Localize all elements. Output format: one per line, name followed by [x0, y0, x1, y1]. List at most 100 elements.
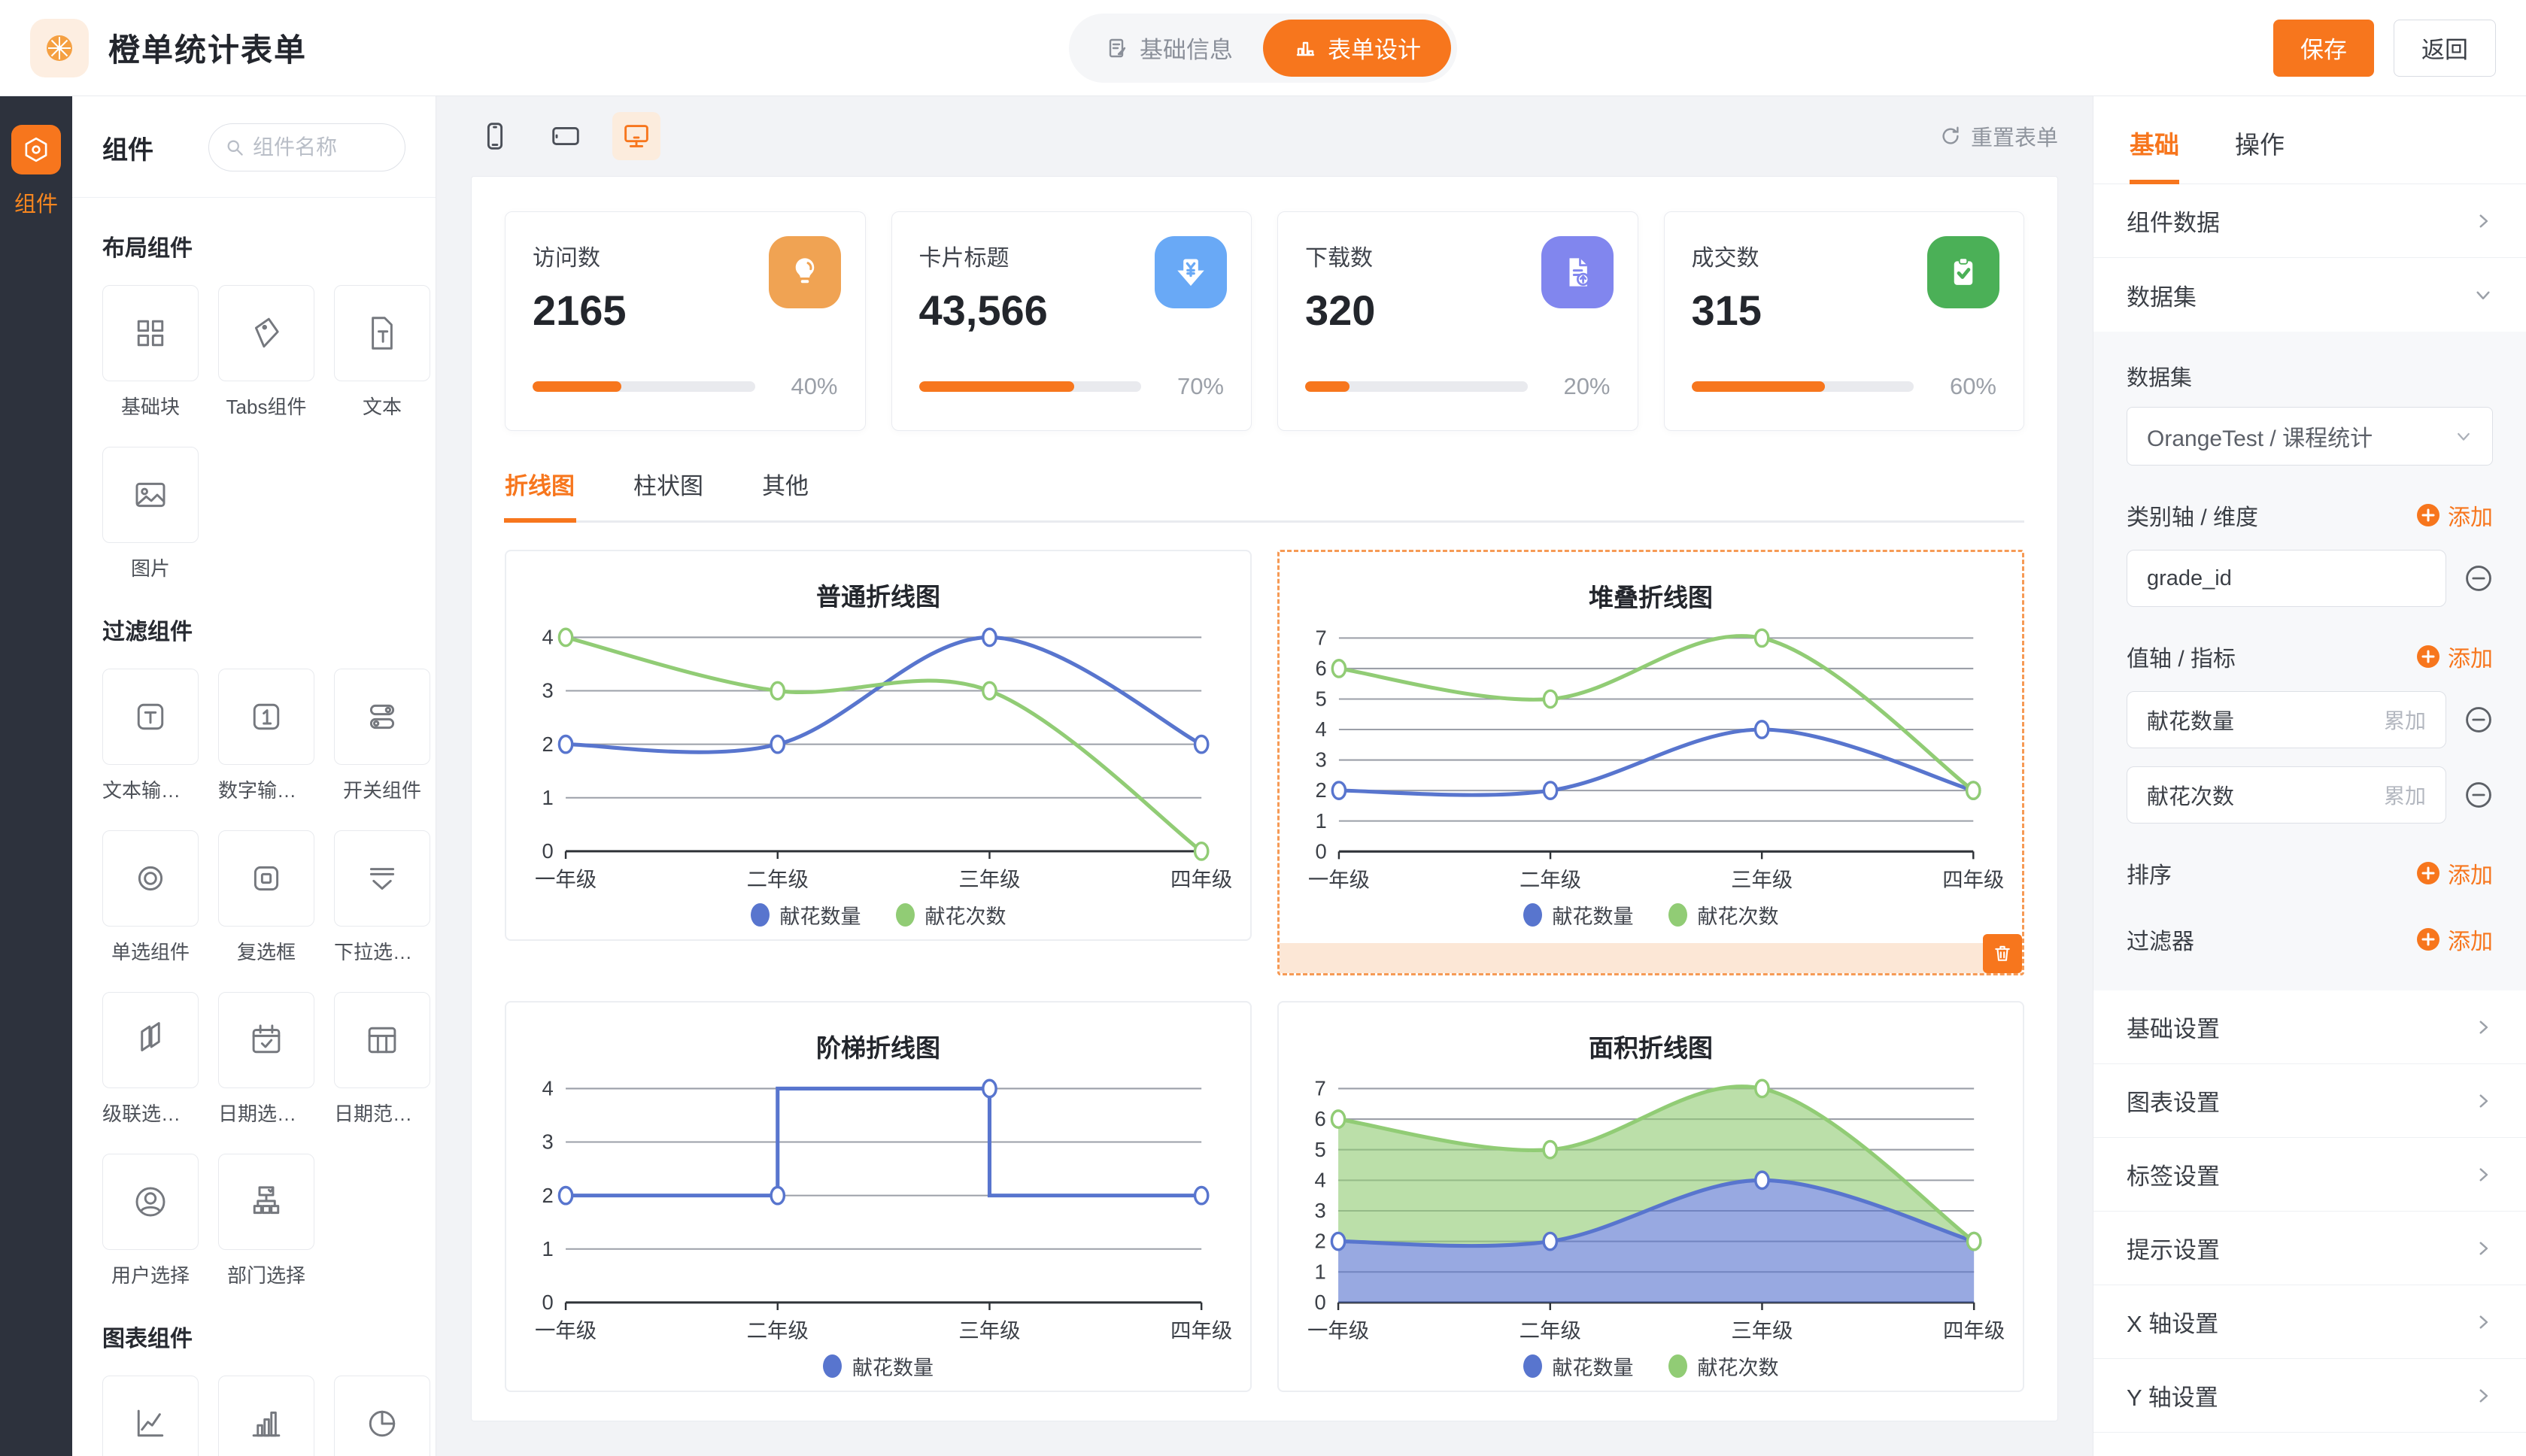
add-button[interactable]: 添加 — [2416, 640, 2493, 673]
chart-plot: 01234一年级二年级三年级四年级 — [515, 1067, 1241, 1351]
svg-text:7: 7 — [1315, 626, 1326, 650]
dataset-label: 数据集 — [2127, 360, 2493, 392]
component-item-input-text[interactable]: 文本输入框 — [102, 669, 199, 803]
component-item-chart-pie[interactable]: 饼图 — [334, 1376, 430, 1456]
component-item-calendar-check[interactable]: 日期选择框 — [218, 992, 314, 1127]
component-item-grid[interactable]: 基础块 — [102, 285, 199, 420]
chevron-right-icon — [2473, 1312, 2493, 1332]
save-button[interactable]: 保存 — [2273, 20, 2374, 77]
panel-tab-basic[interactable]: 基础 — [2127, 96, 2182, 184]
component-data-row[interactable]: 组件数据 — [2093, 184, 2526, 258]
settings-row-提示设置[interactable]: 提示设置 — [2093, 1212, 2526, 1285]
plus-circle-icon — [2416, 503, 2440, 527]
settings-row-标题设置[interactable]: 标题设置 — [2093, 1433, 2526, 1456]
chart-card-堆叠折线图[interactable]: 堆叠折线图 01234567一年级二年级三年级四年级 献花数量献花次数 — [1280, 552, 2022, 943]
component-item-tag[interactable]: Tabs组件 — [218, 285, 314, 420]
component-item-chart-bar[interactable]: 柱状图 — [218, 1376, 314, 1456]
device-desktop-button[interactable] — [612, 112, 660, 160]
org-icon — [246, 1181, 287, 1222]
legend-dot-icon — [1523, 1354, 1542, 1378]
component-item-label: 数字输入框 — [218, 775, 314, 803]
settings-row-X 轴设置[interactable]: X 轴设置 — [2093, 1285, 2526, 1359]
remove-field-button[interactable] — [2464, 781, 2493, 809]
settings-row-label: 基础设置 — [2127, 1010, 2220, 1044]
component-item-label: 文本输入框 — [102, 775, 199, 803]
field-box[interactable]: 献花次数 累加 — [2127, 766, 2446, 824]
chart-card-面积折线图[interactable]: 面积折线图 01234567一年级二年级三年级四年级 献花数量献花次数 — [1277, 1001, 2024, 1392]
chart-title: 普通折线图 — [506, 577, 1250, 613]
panel-group-label: 排序 — [2127, 857, 2172, 890]
legend-item[interactable]: 献花次数 — [1668, 900, 1779, 930]
calendar-grid-icon — [362, 1020, 402, 1060]
component-item-calendar-grid[interactable]: 日期范围… — [334, 992, 430, 1127]
dataset-select[interactable]: OrangeTest / 课程统计 — [2127, 407, 2493, 466]
selected-chart-wrapper[interactable]: 堆叠折线图 01234567一年级二年级三年级四年级 献花数量献花次数 — [1277, 550, 2024, 975]
component-item-chart-line[interactable]: 折线图 — [102, 1376, 199, 1456]
component-item-select-arrow[interactable]: 下拉选择框 — [334, 830, 430, 965]
add-button[interactable]: 添加 — [2416, 923, 2493, 956]
component-item-org[interactable]: 部门选择 — [218, 1154, 314, 1288]
field-name: grade_id — [2147, 566, 2232, 591]
component-item-cascade[interactable]: 级联选择框 — [102, 992, 199, 1127]
field-box[interactable]: grade_id — [2127, 550, 2446, 607]
reset-form-button[interactable]: 重置表单 — [1939, 120, 2058, 152]
left-rail: 组件 — [0, 96, 72, 1456]
component-item-radio[interactable]: 单选组件 — [102, 830, 199, 965]
remove-field-button[interactable] — [2464, 564, 2493, 593]
add-button[interactable]: 添加 — [2416, 857, 2493, 890]
tab-form-design[interactable]: 表单设计 — [1263, 20, 1451, 77]
settings-row-基础设置[interactable]: 基础设置 — [2093, 990, 2526, 1064]
legend-item[interactable]: 献花数量 — [1523, 900, 1634, 930]
component-item-doc-text[interactable]: 文本 — [334, 285, 430, 420]
chart-plot: 01234一年级二年级三年级四年级 — [515, 616, 1241, 900]
stat-card-percent: 60% — [1932, 373, 1996, 400]
stat-card[interactable]: 成交数 315 60% — [1664, 211, 2025, 431]
add-button[interactable]: 添加 — [2416, 499, 2493, 532]
image-icon — [130, 475, 171, 515]
search-input[interactable] — [253, 135, 390, 159]
legend-item[interactable]: 献花数量 — [751, 900, 861, 930]
legend-label: 献花次数 — [1698, 900, 1779, 930]
component-item-input-number[interactable]: 数字输入框 — [218, 669, 314, 803]
device-phone-button[interactable] — [471, 112, 519, 160]
component-item-image[interactable]: 图片 — [102, 447, 199, 581]
settings-row-Y 轴设置[interactable]: Y 轴设置 — [2093, 1359, 2526, 1433]
chart-tab-柱状图[interactable]: 柱状图 — [633, 467, 703, 520]
bar-chart-icon — [1293, 36, 1317, 60]
tab-basic-info[interactable]: 基础信息 — [1075, 20, 1263, 77]
component-item-toggle[interactable]: 开关组件 — [334, 669, 430, 803]
legend-item[interactable]: 献花数量 — [1523, 1351, 1634, 1381]
settings-row-图表设置[interactable]: 图表设置 — [2093, 1064, 2526, 1138]
legend-item[interactable]: 献花次数 — [1668, 1351, 1779, 1381]
chart-plot: 01234567一年级二年级三年级四年级 — [1288, 1067, 2014, 1351]
remove-field-button[interactable] — [2464, 705, 2493, 734]
form-canvas-panel: 访问数 2165 40% 卡片标题 43,566 70% 下载数 320 20%… — [471, 176, 2058, 1421]
legend-item[interactable]: 献花次数 — [896, 900, 1006, 930]
stat-card[interactable]: 卡片标题 43,566 70% — [891, 211, 1252, 431]
panel-tab-actions[interactable]: 操作 — [2232, 96, 2288, 184]
dataset-toggle-row[interactable]: 数据集 — [2093, 258, 2526, 332]
svg-text:7: 7 — [1315, 1077, 1326, 1100]
component-item-checkbox[interactable]: 复选框 — [218, 830, 314, 965]
back-button[interactable]: 返回 — [2394, 20, 2496, 77]
radio-icon — [130, 858, 171, 899]
panel-group: 类别轴 / 维度 添加 grade_id — [2127, 499, 2493, 607]
chart-tab-其他[interactable]: 其他 — [762, 467, 809, 520]
settings-row-标签设置[interactable]: 标签设置 — [2093, 1138, 2526, 1212]
panel-group-label: 值轴 / 指标 — [2127, 640, 2236, 673]
device-tablet-button[interactable] — [542, 112, 590, 160]
chevron-right-icon — [2473, 1018, 2493, 1037]
delete-chart-button[interactable] — [1983, 934, 2022, 973]
field-box[interactable]: 献花数量 累加 — [2127, 691, 2446, 748]
stat-card[interactable]: 访问数 2165 40% — [505, 211, 866, 431]
chart-card-阶梯折线图[interactable]: 阶梯折线图 01234一年级二年级三年级四年级 献花数量 — [505, 1001, 1252, 1392]
stat-card[interactable]: 下载数 320 20% — [1277, 211, 1638, 431]
component-item-user[interactable]: 用户选择 — [102, 1154, 199, 1288]
chart-card-普通折线图[interactable]: 普通折线图 01234一年级二年级三年级四年级 献花数量 献花次数 — [505, 550, 1252, 941]
sidebar-title: 组件 — [102, 129, 153, 166]
calendar-check-icon — [246, 1020, 287, 1060]
legend-item[interactable]: 献花数量 — [823, 1351, 934, 1381]
component-search[interactable] — [208, 123, 405, 171]
rail-components-button[interactable] — [11, 125, 61, 174]
chart-tab-折线图[interactable]: 折线图 — [505, 467, 575, 520]
